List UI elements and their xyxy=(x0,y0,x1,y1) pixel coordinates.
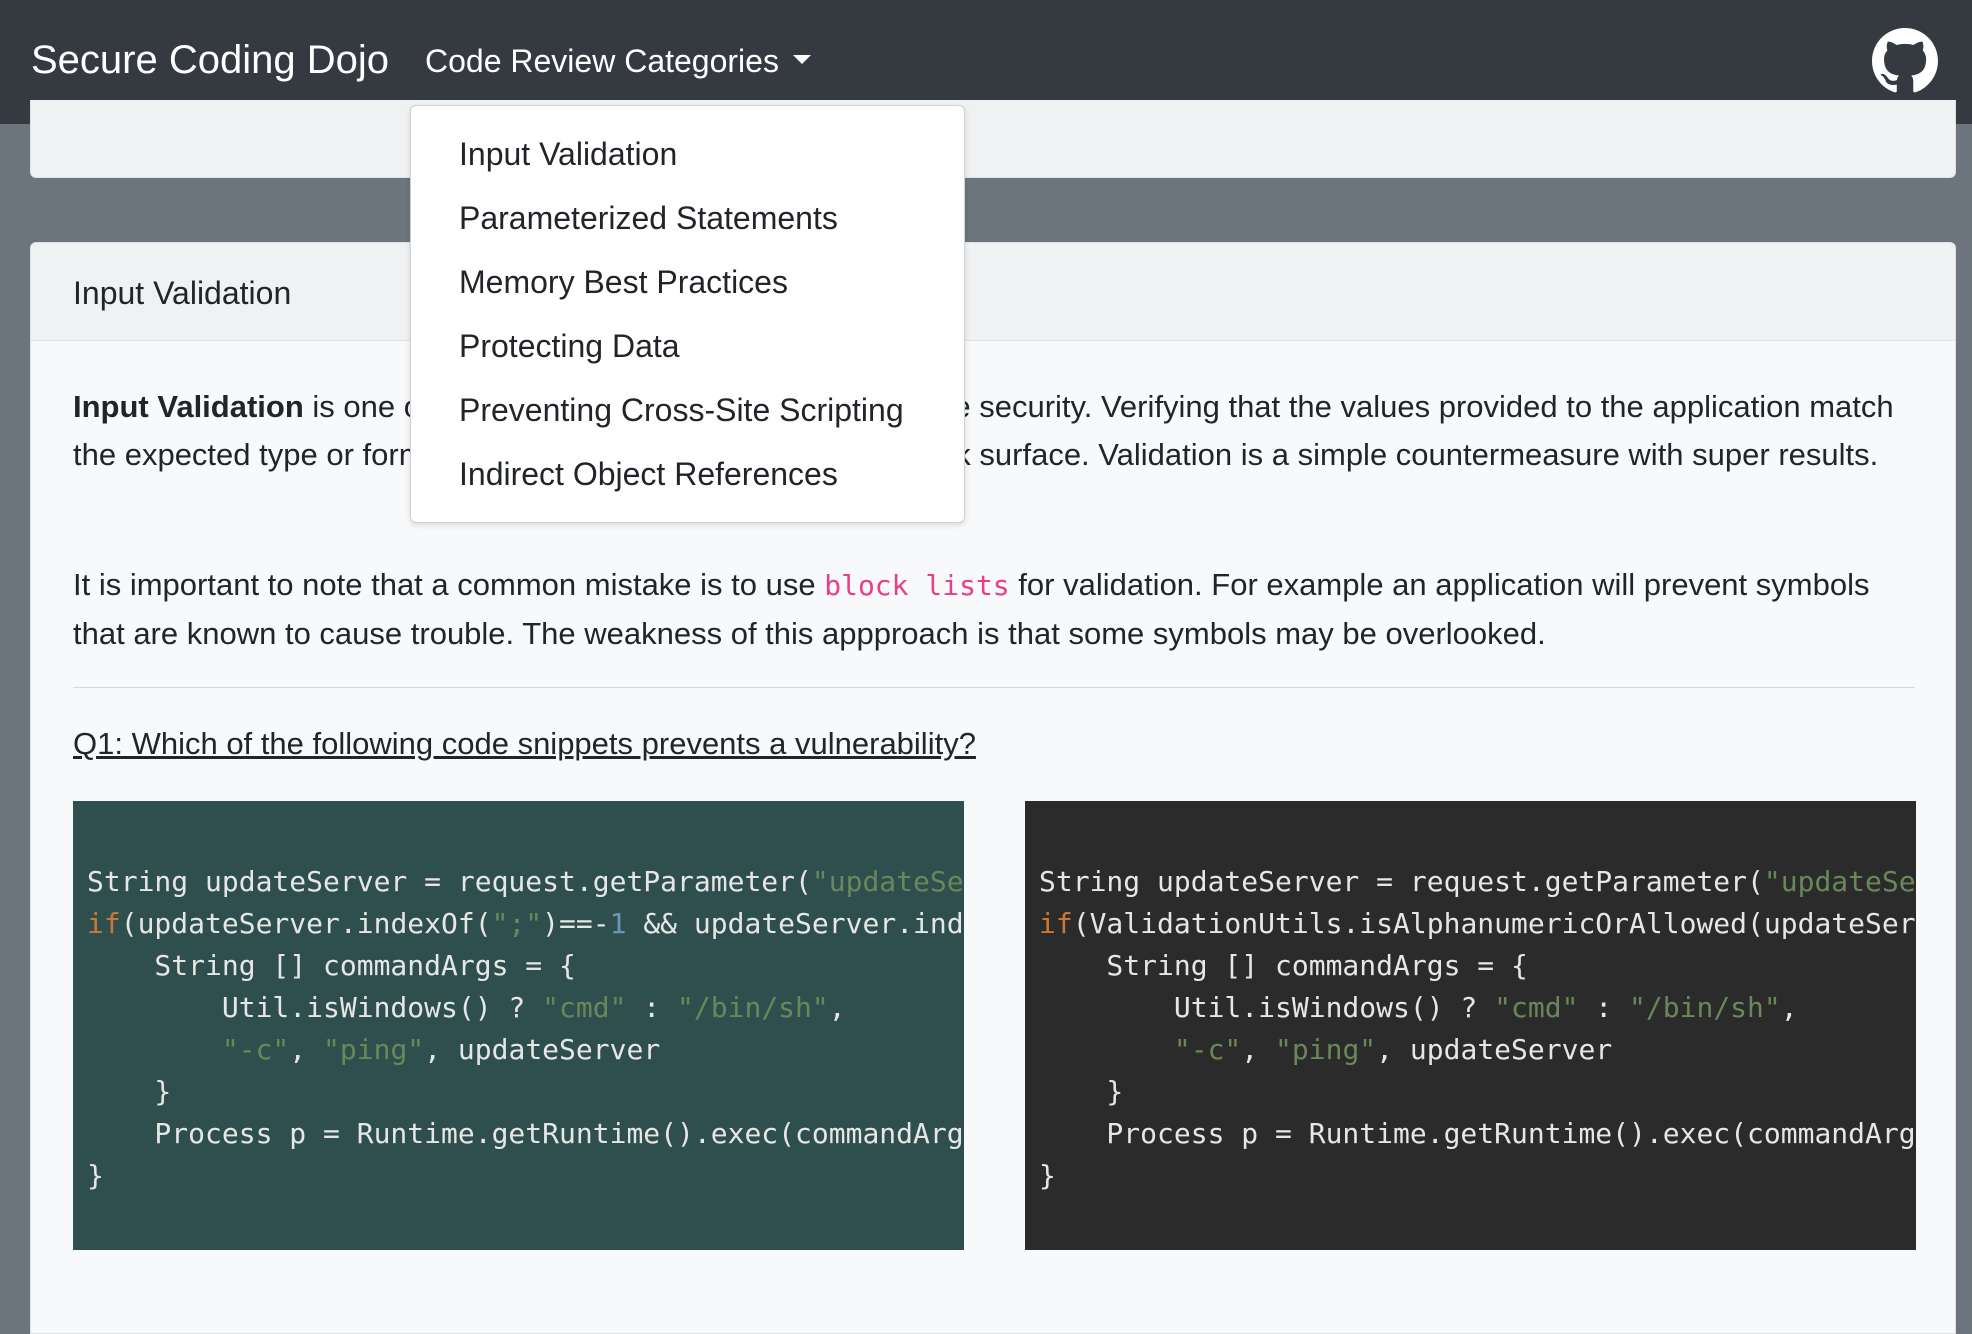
dropdown-item-input-validation[interactable]: Input Validation xyxy=(459,134,677,174)
input-validation-card: Input Validation Input Validation is one… xyxy=(30,242,1956,1334)
dropdown-item-protecting-data[interactable]: Protecting Data xyxy=(459,326,680,366)
code-review-categories-dropdown[interactable]: Code Review Categories xyxy=(425,40,811,82)
block-lists-code: block lists xyxy=(824,569,1010,602)
divider xyxy=(73,687,1915,688)
intro-bold: Input Validation xyxy=(73,389,304,424)
blocklist-paragraph: It is important to note that a common mi… xyxy=(73,561,1915,658)
dropdown-item-preventing-xss[interactable]: Preventing Cross-Site Scripting xyxy=(459,390,904,430)
intro-paragraph: Input Validation is one of the most impo… xyxy=(73,383,1915,479)
caret-down-icon xyxy=(792,55,811,65)
top-card xyxy=(30,100,1956,178)
code-block: String updateServer = request.getParamet… xyxy=(1039,865,1916,1192)
categories-dropdown-menu: Input Validation Parameterized Statement… xyxy=(410,105,965,523)
dropdown-item-parameterized-statements[interactable]: Parameterized Statements xyxy=(459,198,838,238)
code-block: String updateServer = request.getParamet… xyxy=(87,865,964,1192)
question-text: Q1: Which of the following code snippets… xyxy=(73,726,976,761)
card-title: Input Validation xyxy=(73,275,292,311)
dropdown-item-memory-best-practices[interactable]: Memory Best Practices xyxy=(459,262,788,302)
code-snippet-option-b[interactable]: String updateServer = request.getParamet… xyxy=(1025,801,1916,1250)
blocklist-text-before: It is important to note that a common mi… xyxy=(73,567,825,602)
brand-link[interactable]: Secure Coding Dojo xyxy=(31,36,389,84)
code-snippet-option-a[interactable]: String updateServer = request.getParamet… xyxy=(73,801,964,1250)
dropdown-item-indirect-object-references[interactable]: Indirect Object References xyxy=(459,454,838,494)
intro-text: is one of the most important aspects of … xyxy=(73,389,1894,472)
github-icon[interactable] xyxy=(1872,28,1938,94)
dropdown-label: Code Review Categories xyxy=(425,43,779,79)
card-header: Input Validation xyxy=(31,243,1955,341)
